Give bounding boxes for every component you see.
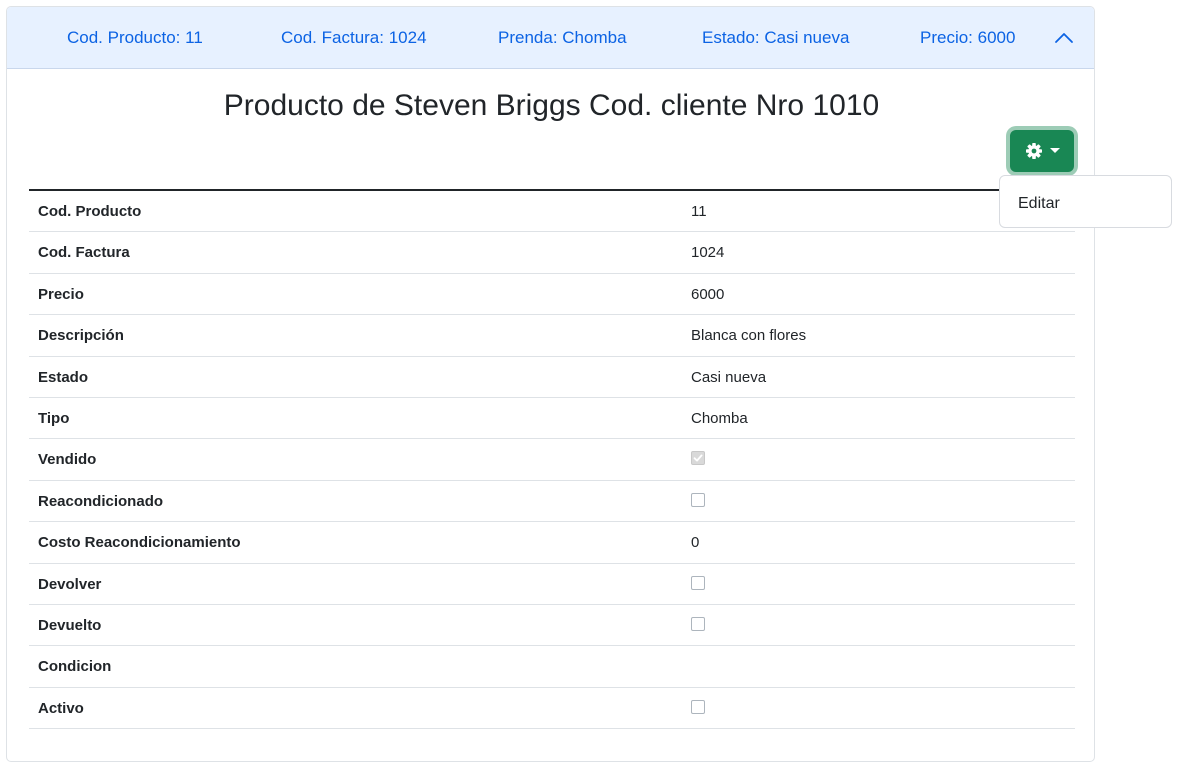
field-value: 1024 [691, 244, 725, 262]
activo-checkbox[interactable] [691, 699, 705, 714]
field-label: Costo Reacondicionamiento [38, 534, 241, 552]
header-estado: Estado: Casi nueva [702, 28, 850, 47]
field-label: Condicion [38, 658, 112, 676]
table-row: Costo Reacondicionamiento 0 [29, 522, 1075, 564]
field-value: 6000 [691, 285, 725, 303]
caret-down-icon [1050, 148, 1060, 153]
product-card: Cod. Producto: 11 Cod. Factura: 1024 Pre… [6, 6, 1095, 762]
actions-dropdown-button[interactable] [1010, 130, 1074, 172]
reacondicionado-checkbox[interactable] [691, 492, 705, 507]
field-label: Tipo [38, 409, 70, 427]
devuelto-checkbox[interactable] [691, 616, 705, 631]
table-row: Activo [29, 688, 1075, 730]
table-row: Tipo Chomba [29, 398, 1075, 440]
field-label: Devuelto [38, 616, 102, 634]
field-value: 0 [691, 534, 700, 552]
field-value: Casi nueva [691, 368, 767, 386]
accordion-header[interactable]: Cod. Producto: 11 Cod. Factura: 1024 Pre… [7, 7, 1094, 69]
table-row: Condicion [29, 646, 1075, 688]
table-row: Precio 6000 [29, 274, 1075, 316]
field-label: Estado [38, 368, 89, 386]
vendido-checkbox [691, 451, 705, 466]
product-details-table: Cod. Producto 11 Cod. Factura 1024 Preci… [29, 189, 1075, 730]
field-value: 11 [691, 203, 707, 220]
table-row: Cod. Producto 11 [29, 191, 1075, 233]
header-cod-factura: Cod. Factura: 1024 [281, 28, 427, 47]
field-label: Reacondicionado [38, 492, 164, 510]
chevron-up-icon[interactable] [1053, 27, 1075, 49]
page-title: Producto de Steven Briggs Cod. cliente N… [223, 89, 880, 122]
field-value: Blanca con flores [691, 327, 807, 345]
header-prenda: Prenda: Chomba [498, 28, 627, 47]
gear-icon [1026, 143, 1042, 159]
table-row: Devuelto [29, 605, 1075, 647]
table-row: Devolver [29, 564, 1075, 605]
table-row: Reacondicionado [29, 481, 1075, 523]
field-value: Chomba [691, 409, 748, 427]
field-label: Cod. Producto [38, 203, 142, 220]
table-row: Descripción Blanca con flores [29, 315, 1075, 357]
header-precio: Precio: 6000 [920, 28, 1016, 47]
field-label: Precio [38, 285, 84, 303]
field-label: Devolver [38, 575, 102, 593]
table-row: Estado Casi nueva [29, 357, 1075, 398]
menu-item-editar[interactable]: Editar [1018, 195, 1060, 213]
devolver-checkbox[interactable] [691, 575, 705, 590]
header-cod-producto: Cod. Producto: 11 [67, 28, 203, 47]
table-row: Cod. Factura 1024 [29, 232, 1075, 274]
field-label: Vendido [38, 451, 97, 469]
field-label: Cod. Factura [38, 244, 130, 262]
field-label: Descripción [38, 327, 124, 345]
table-row: Vendido [29, 439, 1075, 481]
check-icon [693, 454, 703, 462]
field-label: Activo [38, 699, 84, 717]
actions-dropdown-menu: Editar [999, 175, 1172, 228]
